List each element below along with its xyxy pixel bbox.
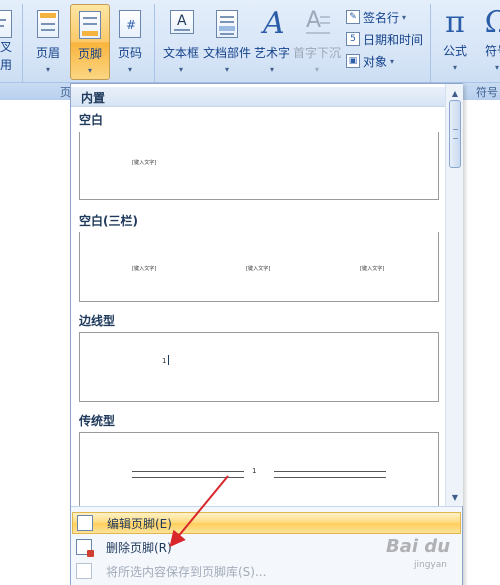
- page-number-text: 1: [252, 467, 257, 475]
- gallery-item-blank[interactable]: [键入文字]: [79, 132, 439, 200]
- date-time-button[interactable]: 5 日期和时间: [346, 30, 423, 48]
- scroll-thumb[interactable]: [449, 100, 461, 168]
- text-box-button[interactable]: A 文本框 ▾: [160, 4, 202, 80]
- placeholder-text: [键入文字]: [132, 159, 157, 166]
- omega-icon: Ω: [484, 5, 500, 40]
- gallery-item-title: 边线型: [79, 314, 116, 328]
- signature-icon: ✎: [346, 10, 360, 24]
- footer-rule: [274, 477, 386, 478]
- wordart-button[interactable]: A 艺术字 ▾: [252, 4, 292, 80]
- signature-line-button[interactable]: ✎ 签名行 ▾: [346, 8, 406, 26]
- remove-footer-icon: [76, 539, 94, 557]
- chevron-down-icon: ▾: [87, 66, 92, 75]
- edit-footer-command[interactable]: 编辑页脚(E): [72, 512, 461, 534]
- gallery-item-title: 空白(三栏): [79, 214, 138, 228]
- placeholder-text: [键入文字]: [132, 265, 157, 272]
- footer-rule: [132, 471, 244, 472]
- scroll-up-icon[interactable]: ▲: [448, 88, 462, 100]
- drop-cap-button[interactable]: A 首字下沉 ▾: [292, 4, 342, 80]
- chevron-down-icon: ▾: [390, 56, 395, 66]
- save-selection-to-footer-gallery-command[interactable]: 将所选内容保存到页脚库(S)...: [72, 560, 461, 582]
- quick-parts-button[interactable]: 文档部件 ▾: [202, 4, 252, 80]
- cross-reference-icon: [0, 10, 16, 40]
- placeholder-text: [键入文字]: [360, 265, 385, 272]
- page-number-icon: #: [117, 10, 143, 40]
- calendar-icon: 5: [346, 32, 360, 46]
- header-icon: [35, 10, 61, 40]
- equation-button[interactable]: π 公式 ▾: [436, 4, 474, 80]
- symbol-button[interactable]: Ω 符号 ▾: [478, 4, 500, 80]
- gallery-item-traditional[interactable]: 1: [79, 432, 439, 506]
- partial-cross-reference-button[interactable]: 叉 用: [0, 4, 14, 80]
- footer-gallery-dropdown: 内置 空白 [键入文字] 空白(三栏) [键入文字] [键入文字] [键入文字]…: [70, 83, 463, 585]
- chevron-down-icon: ▾: [224, 65, 229, 74]
- pi-icon: π: [445, 5, 465, 40]
- chevron-down-icon: ▾: [402, 12, 407, 22]
- footer-icon: [77, 11, 103, 41]
- object-icon: ▣: [346, 54, 360, 68]
- watermark-logo: Bai du: [386, 536, 451, 557]
- chevron-down-icon: ▾: [452, 63, 457, 72]
- object-button[interactable]: ▣ 对象 ▾: [346, 52, 394, 70]
- wordart-icon: A: [263, 6, 285, 41]
- group-label-symbols: 符号: [476, 86, 498, 99]
- chevron-down-icon: ▾: [494, 63, 499, 72]
- save-to-gallery-icon: [76, 563, 92, 579]
- gallery-item-sideline[interactable]: 1: [79, 332, 439, 402]
- chevron-down-icon: ▾: [269, 65, 274, 74]
- placeholder-text: [键入文字]: [246, 265, 271, 272]
- chevron-down-icon: ▾: [45, 65, 50, 74]
- footer-rule: [274, 471, 386, 472]
- footer-button[interactable]: 页脚 ▾: [70, 4, 110, 80]
- gallery-item-title: 传统型: [79, 414, 116, 428]
- drop-cap-icon: A: [304, 8, 330, 40]
- chevron-down-icon: ▾: [127, 65, 132, 74]
- sideline-bar: [168, 355, 169, 365]
- quick-parts-icon: [214, 10, 240, 40]
- chevron-down-icon: ▾: [314, 65, 319, 74]
- header-button[interactable]: 页眉 ▾: [30, 4, 66, 80]
- chevron-down-icon: ▾: [178, 65, 183, 74]
- gallery-item-title: 空白: [79, 113, 104, 127]
- footer-rule: [132, 477, 244, 478]
- gallery-scrollbar[interactable]: ▲ ▼: [445, 84, 463, 506]
- watermark-sub: jingyan: [414, 560, 447, 570]
- section-header-builtin: 内置: [71, 87, 445, 107]
- page-number-text: 1: [162, 357, 167, 365]
- edit-footer-icon: [77, 515, 93, 531]
- page-number-button[interactable]: # 页码 ▾: [112, 4, 148, 80]
- scroll-down-icon[interactable]: ▼: [448, 492, 462, 504]
- gallery-item-blank-three-column[interactable]: [键入文字] [键入文字] [键入文字]: [79, 232, 439, 302]
- text-box-icon: A: [168, 10, 194, 40]
